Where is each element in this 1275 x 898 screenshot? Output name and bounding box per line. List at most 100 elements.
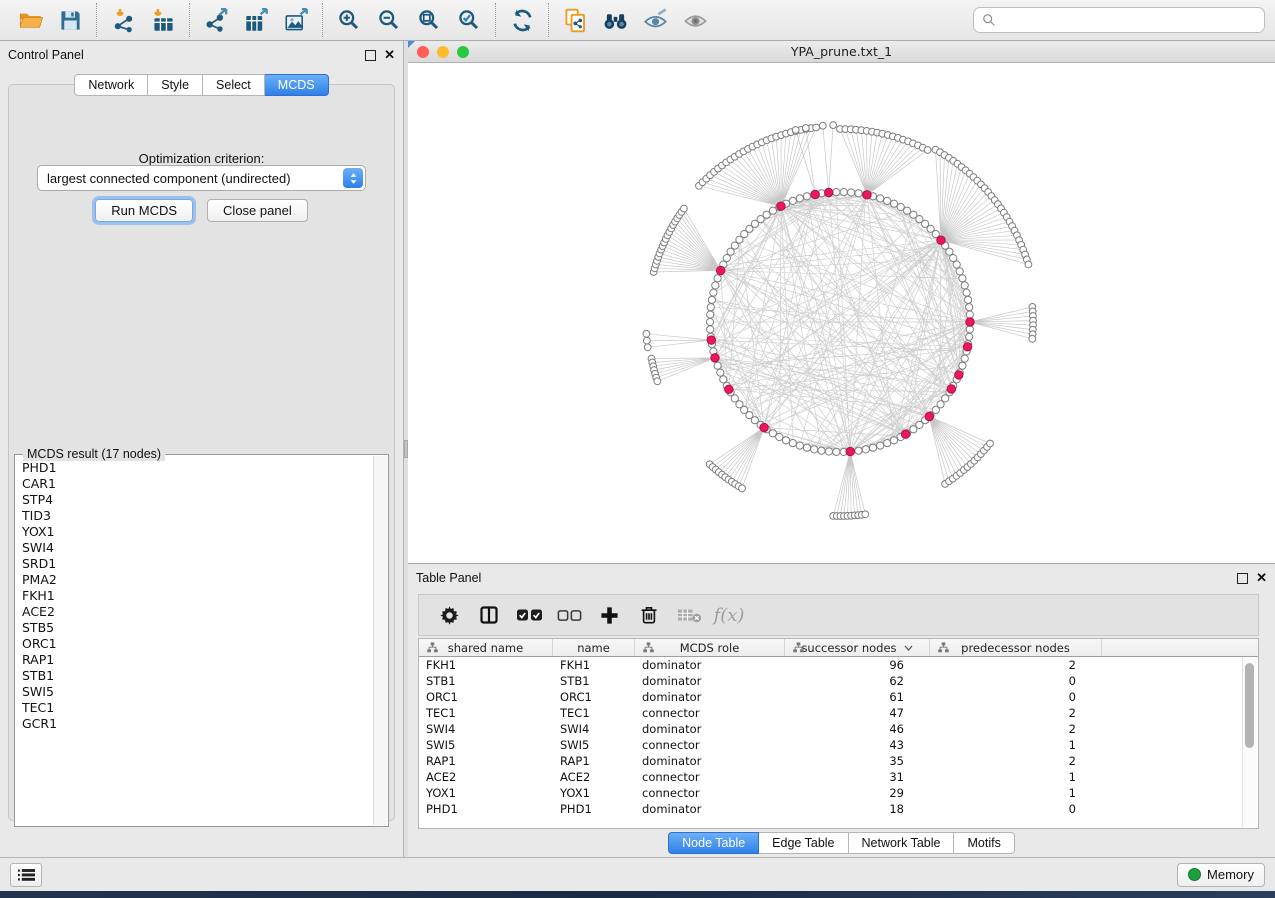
mcds-result-item[interactable]: SWI4 (16, 540, 374, 556)
network-node[interactable] (966, 304, 973, 311)
network-node[interactable] (959, 362, 966, 369)
network-node[interactable] (877, 442, 884, 449)
leaf-node[interactable] (802, 125, 809, 132)
network-node[interactable] (706, 318, 713, 325)
network-node[interactable] (961, 282, 968, 289)
network-node[interactable] (956, 268, 963, 275)
import-table-button[interactable] (143, 4, 183, 36)
mcds-result-item[interactable]: PMA2 (16, 572, 374, 588)
network-node[interactable] (855, 190, 862, 197)
cell-name[interactable]: ACE2 (553, 769, 635, 785)
network-node[interactable] (717, 369, 724, 376)
cell-mcds_role[interactable]: dominator (635, 673, 785, 689)
network-node[interactable] (803, 193, 810, 200)
table-row-STB1[interactable]: STB1STB1dominator620 (419, 673, 1258, 689)
cell-shared_name[interactable]: YOX1 (419, 785, 553, 801)
mcds-result-item[interactable]: STB1 (16, 668, 374, 684)
network-node[interactable] (961, 355, 968, 362)
tab-select[interactable]: Select (203, 74, 265, 96)
cell-mcds_role[interactable]: dominator (635, 721, 785, 737)
cell-predecessor_nodes[interactable]: 0 (930, 801, 1102, 817)
close-panel-button[interactable]: Close panel (207, 199, 308, 222)
leaf-node[interactable] (924, 147, 931, 154)
cell-successor_nodes[interactable]: 43 (785, 737, 930, 753)
cell-successor_nodes[interactable]: 29 (785, 785, 930, 801)
leaf-node[interactable] (644, 344, 651, 351)
cell-shared_name[interactable]: RAP1 (419, 753, 553, 769)
mcds-node[interactable] (955, 371, 963, 379)
cell-successor_nodes[interactable]: 18 (785, 801, 930, 817)
cell-shared_name[interactable]: PHD1 (419, 801, 553, 817)
table-row-RAP1[interactable]: RAP1RAP1dominator352 (419, 753, 1258, 769)
mcds-result-item[interactable]: RAP1 (16, 652, 374, 668)
network-node[interactable] (877, 195, 884, 202)
mcds-node[interactable] (725, 385, 733, 393)
tab-edge-table[interactable]: Edge Table (759, 832, 848, 854)
network-node[interactable] (776, 433, 783, 440)
cell-mcds_role[interactable]: dominator (635, 689, 785, 705)
cell-shared_name[interactable]: STB1 (419, 673, 553, 689)
cell-predecessor_nodes[interactable]: 2 (930, 721, 1102, 737)
network-node[interactable] (796, 442, 803, 449)
network-node[interactable] (707, 304, 714, 311)
cell-name[interactable]: FKH1 (553, 657, 635, 673)
mcds-result-scrollbar[interactable] (373, 456, 387, 825)
cell-successor_nodes[interactable]: 96 (785, 657, 930, 673)
mcds-node[interactable] (760, 423, 768, 431)
network-node[interactable] (707, 311, 714, 318)
show-panels-button[interactable] (10, 863, 42, 887)
network-node[interactable] (869, 444, 876, 451)
cell-shared_name[interactable]: TEC1 (419, 705, 553, 721)
open-session-button[interactable] (10, 4, 50, 36)
cell-name[interactable]: YOX1 (553, 785, 635, 801)
cell-successor_nodes[interactable]: 47 (785, 705, 930, 721)
network-node[interactable] (782, 437, 789, 444)
mcds-node[interactable] (925, 412, 933, 420)
export-table-button[interactable] (236, 4, 276, 36)
float-panel-icon[interactable] (365, 50, 376, 61)
mcds-node[interactable] (963, 343, 971, 351)
zoom-out-button[interactable] (369, 4, 409, 36)
mcds-result-item[interactable]: SWI5 (16, 684, 374, 700)
leaf-node[interactable] (644, 337, 651, 344)
cell-shared_name[interactable]: SWI5 (419, 737, 553, 753)
network-node[interactable] (811, 446, 818, 453)
close-panel-icon[interactable]: ✕ (384, 50, 395, 60)
cell-name[interactable]: SWI4 (553, 721, 635, 737)
network-node[interactable] (818, 447, 825, 454)
table-scrollbar[interactable] (1242, 657, 1257, 827)
zoom-in-button[interactable] (329, 4, 369, 36)
clear-checks-button[interactable] (551, 598, 587, 632)
table-row-ACE2[interactable]: ACE2ACE2connector311 (419, 769, 1258, 785)
table-row-TEC1[interactable]: TEC1TEC1connector472 (419, 705, 1258, 721)
network-node[interactable] (714, 275, 721, 282)
tab-mcds[interactable]: MCDS (265, 74, 329, 96)
optimization-criterion-select[interactable]: largest connected component (undirected) (37, 165, 366, 191)
cell-mcds_role[interactable]: connector (635, 705, 785, 721)
mcds-node[interactable] (825, 188, 833, 196)
network-node[interactable] (707, 326, 714, 333)
cell-shared_name[interactable]: ACE2 (419, 769, 553, 785)
cell-successor_nodes[interactable]: 61 (785, 689, 930, 705)
tab-node-table[interactable]: Node Table (668, 832, 759, 854)
tab-motifs[interactable]: Motifs (954, 832, 1014, 854)
mcds-node[interactable] (846, 447, 854, 455)
network-node[interactable] (789, 440, 796, 447)
mcds-node[interactable] (947, 385, 955, 393)
cell-predecessor_nodes[interactable]: 1 (930, 769, 1102, 785)
mcds-node[interactable] (901, 430, 909, 438)
table-scrollbar-thumb[interactable] (1245, 663, 1254, 748)
clone-network-button[interactable] (555, 4, 595, 36)
cell-mcds_role[interactable]: connector (635, 769, 785, 785)
column-header-successor-nodes[interactable]: successor nodes (785, 639, 930, 656)
mcds-result-item[interactable]: FKH1 (16, 588, 374, 604)
network-node[interactable] (848, 189, 855, 196)
cell-successor_nodes[interactable]: 62 (785, 673, 930, 689)
leaf-node[interactable] (1029, 335, 1036, 342)
cell-shared_name[interactable]: SWI4 (419, 721, 553, 737)
cell-predecessor_nodes[interactable]: 2 (930, 753, 1102, 769)
mcds-node[interactable] (937, 236, 945, 244)
cell-mcds_role[interactable]: dominator (635, 753, 785, 769)
network-node[interactable] (966, 326, 973, 333)
zoom-selected-button[interactable] (449, 4, 489, 36)
